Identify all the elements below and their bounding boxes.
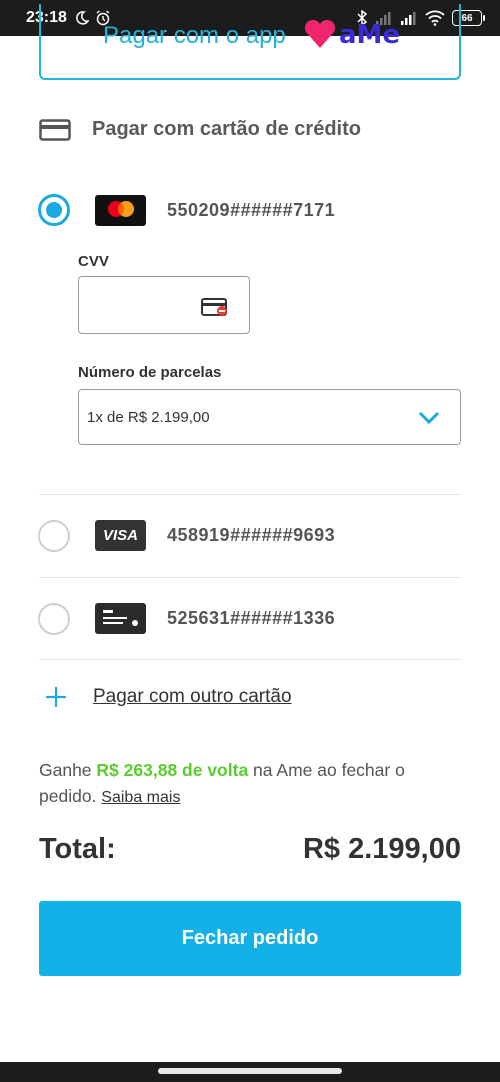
installments-select[interactable]: 1x de R$ 2.199,00 (78, 389, 461, 445)
card-number-visa: 458919######9693 (167, 525, 336, 545)
credit-card-section-header: Pagar com cartão de crédito (39, 118, 361, 141)
navigation-bar (0, 1062, 500, 1082)
visa-logo: VISA (95, 520, 146, 551)
card-number-generic: 525631######1336 (167, 608, 336, 628)
home-handle[interactable] (158, 1068, 342, 1074)
card-radio-generic[interactable] (38, 603, 70, 635)
credit-card-section-title: Pagar com cartão de crédito (92, 118, 361, 140)
add-other-card-label: Pagar com outro cartão (93, 686, 292, 707)
total-value: R$ 2.199,00 (302, 833, 461, 865)
card-cvv-icon (201, 298, 227, 316)
credit-card-icon (39, 118, 71, 141)
installments-label: Número de parcelas (78, 364, 222, 381)
heart-icon (304, 20, 336, 48)
ame-option-label: Pagar com o app (103, 22, 286, 49)
cvv-label: CVV (78, 253, 109, 270)
mastercard-icon (107, 200, 134, 217)
card-radio-visa[interactable] (38, 520, 70, 552)
ame-logo: aMe (303, 20, 400, 50)
total-label: Total: (39, 833, 116, 865)
visa-logo-text: VISA (102, 527, 138, 544)
card-radio-mastercard[interactable] (38, 194, 70, 226)
divider (39, 577, 461, 578)
divider (39, 494, 461, 495)
generic-card-icon (102, 609, 138, 626)
learn-more-link[interactable]: Saiba mais (101, 789, 180, 806)
cashback-amount: R$ 263,88 de volta (96, 760, 249, 780)
ame-logo-text: aMe (339, 20, 401, 50)
chevron-down-icon (418, 411, 440, 425)
total-row: Total: R$ 2.199,00 (39, 833, 461, 866)
pay-with-ame-option[interactable]: Pagar com o app aMe (39, 4, 461, 80)
generic-card-logo (95, 603, 146, 634)
card-number-mastercard: 550209######7171 (167, 200, 336, 220)
mastercard-logo (95, 195, 146, 226)
plus-icon (46, 687, 66, 707)
divider (39, 659, 461, 660)
cvv-input[interactable] (78, 276, 250, 334)
cashback-info: Ganhe R$ 263,88 de volta na Ame ao fecha… (39, 757, 464, 811)
add-other-card[interactable]: Pagar com outro cartão (45, 686, 292, 708)
checkout-button-label: Fechar pedido (181, 927, 319, 949)
installments-value: 1x de R$ 2.199,00 (87, 409, 210, 426)
checkout-button[interactable]: Fechar pedido (39, 901, 461, 976)
cashback-prefix: Ganhe (39, 760, 92, 780)
